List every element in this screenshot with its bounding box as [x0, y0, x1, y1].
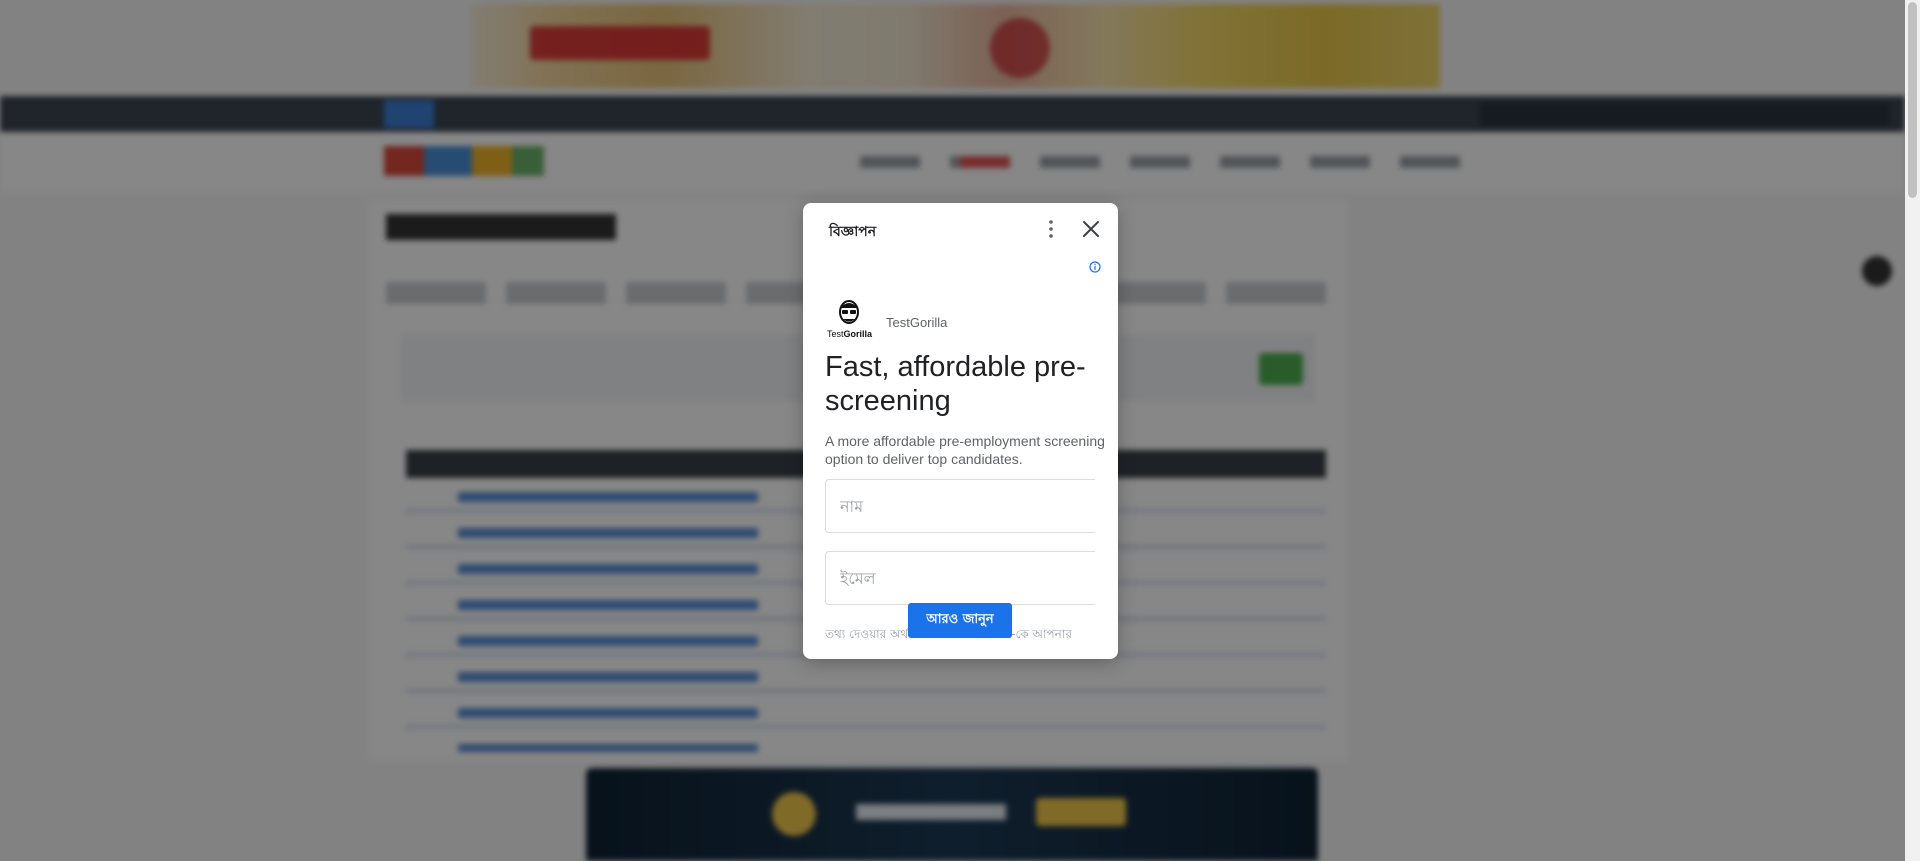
ad-description: A more affordable pre-employment screeni…	[825, 433, 1105, 467]
info-icon[interactable]	[1089, 261, 1101, 273]
name-input[interactable]	[826, 480, 1080, 532]
advertiser-logo-text: TestGorilla	[827, 329, 873, 339]
scrollbar-thumb[interactable]	[1908, 2, 1917, 198]
learn-more-button[interactable]: আরও জানুন	[908, 603, 1012, 638]
ad-modal-header: বিজ্ঞাপন	[803, 203, 1118, 255]
more-options-button[interactable]	[1039, 217, 1063, 241]
close-icon	[1083, 221, 1099, 237]
more-vert-icon	[1049, 220, 1053, 238]
email-input[interactable]	[826, 552, 1080, 604]
advertiser-name[interactable]: TestGorilla	[886, 315, 947, 330]
ad-headline[interactable]: Fast, affordable pre-screening	[825, 350, 1105, 418]
close-ad-button[interactable]	[1078, 216, 1104, 242]
ad-modal: বিজ্ঞাপন TestGorilla TestGorilla Fast, a…	[803, 203, 1118, 659]
email-field[interactable]	[825, 551, 1095, 605]
ad-label: বিজ্ঞাপন	[829, 223, 877, 239]
page-scrollbar[interactable]	[1905, 0, 1920, 861]
name-field[interactable]	[825, 479, 1095, 533]
